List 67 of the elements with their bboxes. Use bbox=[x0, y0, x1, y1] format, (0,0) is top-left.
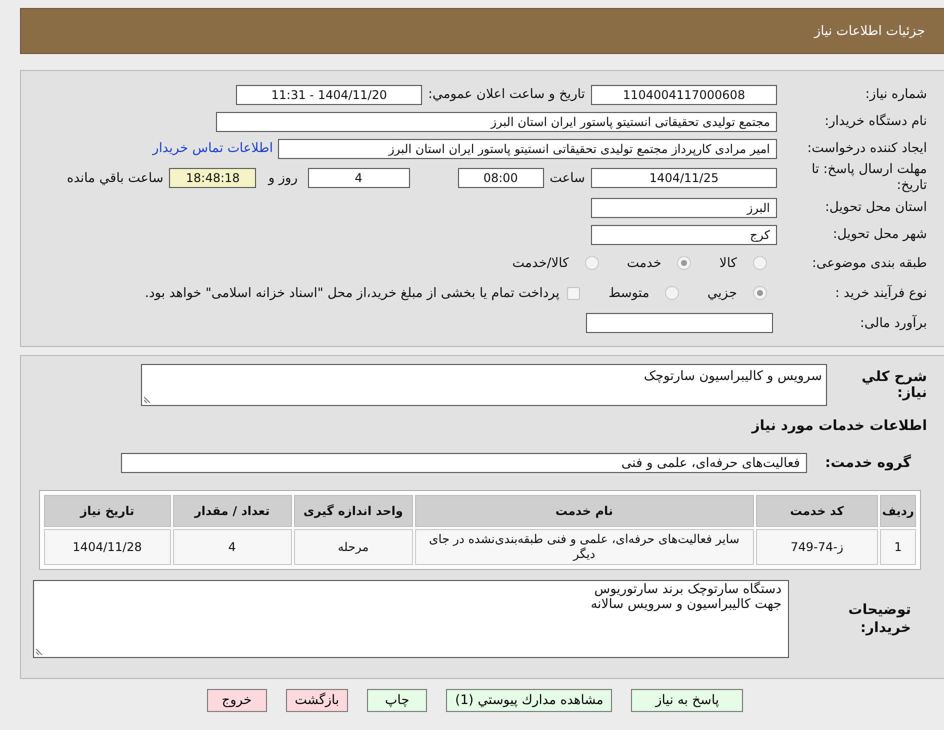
column-header: واحد اندازه گيری bbox=[294, 495, 413, 527]
text-field[interactable]: 1404/11/20 - 11:31 bbox=[236, 84, 422, 104]
field-label: ايجاد كننده درخواست: bbox=[806, 141, 927, 156]
text-field[interactable]: 1404/11/25 bbox=[591, 168, 777, 188]
field-label: استان محل تحويل: bbox=[824, 200, 927, 215]
resize-grip-icon[interactable] bbox=[144, 395, 152, 403]
text-field[interactable]: البرز bbox=[591, 198, 777, 218]
field-label: تاريخ و ساعت اعلان عمومي: bbox=[428, 87, 585, 102]
radio-label: كالا/خدمت bbox=[512, 256, 569, 270]
text-field[interactable]: 18:48:18 bbox=[169, 168, 256, 188]
text-field[interactable]: امير مرادی كارپرداز مجتمع توليدی تحقيقاتی انستيتو پاستور ايران استان البرز bbox=[278, 138, 777, 158]
column-header: تعداد / مقدار bbox=[172, 495, 292, 527]
column-header: نام خدمت bbox=[414, 495, 754, 527]
table-cell: 4 bbox=[172, 529, 292, 565]
column-header: كد خدمت bbox=[756, 495, 878, 527]
radio-label: كالا bbox=[719, 256, 737, 270]
action-button[interactable]: خروج bbox=[206, 689, 267, 712]
description-box[interactable]: سرويس و كاليبراسيون سارتوچک bbox=[141, 364, 827, 406]
action-button[interactable]: چاپ bbox=[367, 689, 428, 712]
contact-link[interactable]: اطلاعات تماس خريدار bbox=[152, 141, 273, 156]
field-label: مهلت ارسال پاسخ: تا تاريخ: bbox=[810, 162, 927, 194]
radio-button[interactable] bbox=[677, 256, 692, 270]
field-label: برآورد مالی: bbox=[859, 316, 927, 330]
text-field[interactable]: كرج bbox=[591, 224, 777, 244]
field-label: شرح کلي نياز: bbox=[860, 369, 927, 401]
notes-text: دستگاه سارتوچک برند سارتوريوس bbox=[593, 582, 782, 597]
time-label: ساعت bbox=[550, 170, 585, 186]
resize-grip-icon[interactable] bbox=[36, 647, 44, 655]
field-label: توضيحات خريدار: bbox=[847, 600, 911, 638]
field-label: گروه خدمت: bbox=[824, 455, 912, 471]
field-label: شهر محل تحويل: bbox=[832, 227, 927, 242]
field-label: شماره نياز: bbox=[864, 87, 927, 102]
radio-label: خدمت bbox=[626, 256, 662, 270]
text-field[interactable]: 08:00 bbox=[458, 168, 544, 188]
description-text: سرويس و كاليبراسيون سارتوچک bbox=[644, 369, 822, 384]
table-cell: ز-74-749 bbox=[756, 529, 878, 565]
notes-box[interactable]: دستگاه سارتوچک برند سارتوريوس جهت كاليبراسيون و سرويس سالانه bbox=[33, 580, 788, 658]
field-label: نوع فرآيند خريد : bbox=[834, 286, 927, 300]
action-button[interactable]: بازگشت bbox=[286, 689, 348, 712]
text-field[interactable]: 4 bbox=[308, 168, 410, 188]
table-cell: 1 bbox=[880, 529, 916, 565]
checkbox[interactable] bbox=[567, 286, 580, 300]
field-label: طبقه بندی موضوعی: bbox=[810, 256, 927, 270]
radio-button[interactable] bbox=[584, 256, 599, 270]
notes-text: جهت كاليبراسيون و سرويس سالانه bbox=[590, 597, 782, 612]
column-header: رديف bbox=[880, 495, 916, 527]
radio-button[interactable] bbox=[665, 286, 680, 300]
action-button[interactable]: مشاهده مدارك پيوستي (1) bbox=[446, 689, 612, 712]
table-cell: 1404/11/28 bbox=[44, 529, 171, 565]
action-button[interactable]: پاسخ به نياز bbox=[631, 689, 744, 712]
days-label: روز و bbox=[268, 170, 298, 186]
field-label: نام دستگاه خريدار: bbox=[824, 114, 927, 129]
radio-label: متوسط bbox=[608, 286, 650, 300]
radio-button[interactable] bbox=[753, 256, 767, 270]
text-field[interactable]: 1104004117000608 bbox=[591, 84, 777, 104]
text-field[interactable]: فعاليت‌های حرفه‌ای، علمی و فنی bbox=[121, 453, 807, 473]
text-field[interactable]: مجتمع توليدی تحقيقاتی انستيتو پاستور ايران استان البرز bbox=[216, 112, 777, 132]
checkbox-label: پرداخت تمام يا بخشی از مبلغ خريد،از محل "اسناد خزانه اسلامی" خواهد بود. bbox=[144, 286, 560, 300]
text-field[interactable] bbox=[586, 313, 773, 333]
table-cell: مرحله bbox=[294, 529, 413, 565]
remaining-label: ساعت باقي مانده bbox=[66, 170, 164, 186]
table-cell: ساير فعاليت‌های حرفه‌ای، علمی و فنی طبقه‌بندی‌نشده در جای ديگر bbox=[414, 529, 754, 565]
radio-label: جزيي bbox=[707, 286, 737, 300]
radio-button[interactable] bbox=[753, 286, 767, 300]
page-title: جزئيات اطلاعات نياز bbox=[814, 24, 925, 38]
column-header: تاريخ نياز bbox=[44, 495, 171, 527]
section-heading: اطلاعات خدمات مورد نياز bbox=[752, 418, 927, 434]
